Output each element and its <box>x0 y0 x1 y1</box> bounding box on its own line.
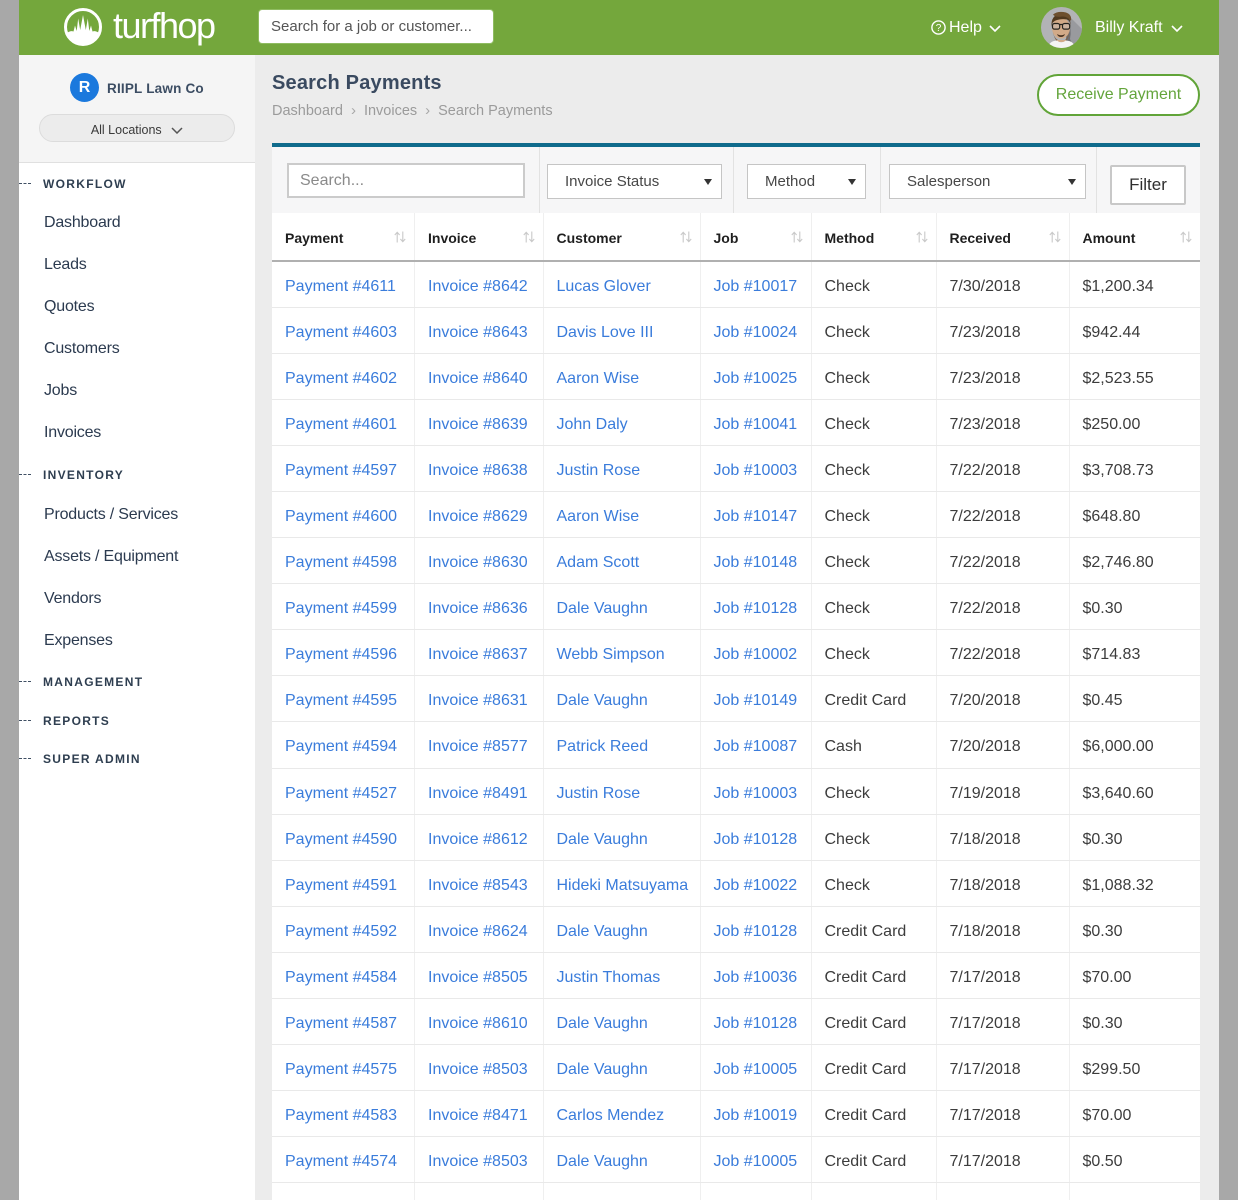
svg-text:?: ? <box>936 23 942 34</box>
